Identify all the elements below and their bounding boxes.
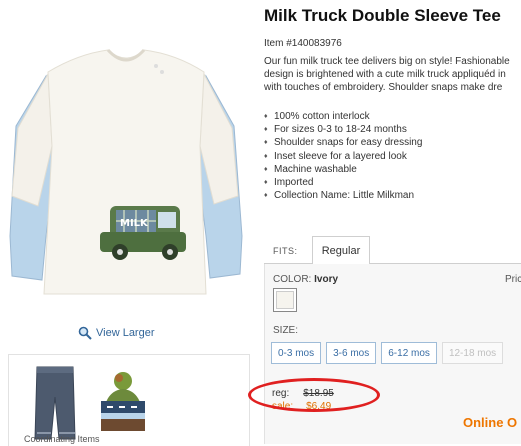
sale-label: sale: <box>272 401 294 412</box>
feature-item: Imported <box>264 176 422 189</box>
size-label: SIZE: <box>273 325 299 336</box>
feature-item: 100% cotton interlock <box>264 110 422 123</box>
product-image-column: MILK View Larger Coordinating Items <box>0 0 260 446</box>
tab-regular[interactable]: Regular <box>312 236 370 264</box>
online-only-text: Online O <box>463 415 518 430</box>
knit-hat-thumbnail[interactable] <box>95 369 151 441</box>
feature-item: Shoulder snaps for easy dressing <box>264 136 422 149</box>
description-line: with touches of embroidery. Shoulder sna… <box>264 82 503 93</box>
product-description: Our fun milk truck tee delivers big on s… <box>264 55 521 94</box>
sale-value: $6.49 <box>306 401 332 412</box>
options-panel: COLOR: Ivory Pric SIZE: 0-3 mos 3-6 mos … <box>264 264 521 444</box>
description-line: Our fun milk truck tee delivers big on s… <box>264 56 510 67</box>
shoulder-snap <box>154 64 158 68</box>
reg-label: reg: <box>272 388 290 399</box>
magnifier-icon <box>78 326 92 340</box>
feature-item: Collection Name: Little Milkman <box>264 189 422 202</box>
size-button-disabled: 12-18 mos <box>441 342 504 364</box>
feature-item: Inset sleeve for a layered look <box>264 150 422 163</box>
feature-item: For sizes 0-3 to 18-24 months <box>264 123 422 136</box>
feature-item: Machine washable <box>264 163 422 176</box>
view-larger-label: View Larger <box>96 327 155 339</box>
size-button[interactable]: 6-12 mos <box>381 342 437 364</box>
color-label: COLOR: <box>273 274 312 285</box>
regular-price: reg: $18.95 <box>272 388 334 399</box>
coordinating-items-box <box>8 354 250 446</box>
view-larger-link[interactable]: View Larger <box>78 326 155 340</box>
fits-label: FITS: <box>273 246 298 256</box>
size-button[interactable]: 0-3 mos <box>271 342 322 364</box>
reg-value: $18.95 <box>303 388 334 399</box>
product-details: Milk Truck Double Sleeve Tee Item #14008… <box>264 0 521 445</box>
product-title: Milk Truck Double Sleeve Tee <box>264 6 501 25</box>
product-image[interactable]: MILK <box>8 36 244 298</box>
feature-list: 100% cotton interlock For sizes 0-3 to 1… <box>264 110 422 203</box>
coordinating-items-caption: Coordinating Items <box>24 434 100 444</box>
item-number: Item #140083976 <box>264 38 342 49</box>
size-options: 0-3 mos 3-6 mos 6-12 mos 12-18 mos <box>271 342 504 364</box>
color-row: COLOR: Ivory <box>273 274 338 285</box>
milk-truck-applique: MILK <box>100 206 186 260</box>
price-column-header: Pric <box>505 274 521 285</box>
color-value: Ivory <box>314 274 339 285</box>
description-line: design is brightened with a cute milk tr… <box>264 69 506 80</box>
size-button[interactable]: 3-6 mos <box>326 342 377 364</box>
color-swatch-ivory[interactable] <box>273 288 297 312</box>
sale-price: sale: $6.49 <box>272 401 331 412</box>
applique-text: MILK <box>120 218 149 229</box>
shoulder-snap-2 <box>160 70 164 74</box>
jeans-thumbnail[interactable] <box>29 363 81 443</box>
